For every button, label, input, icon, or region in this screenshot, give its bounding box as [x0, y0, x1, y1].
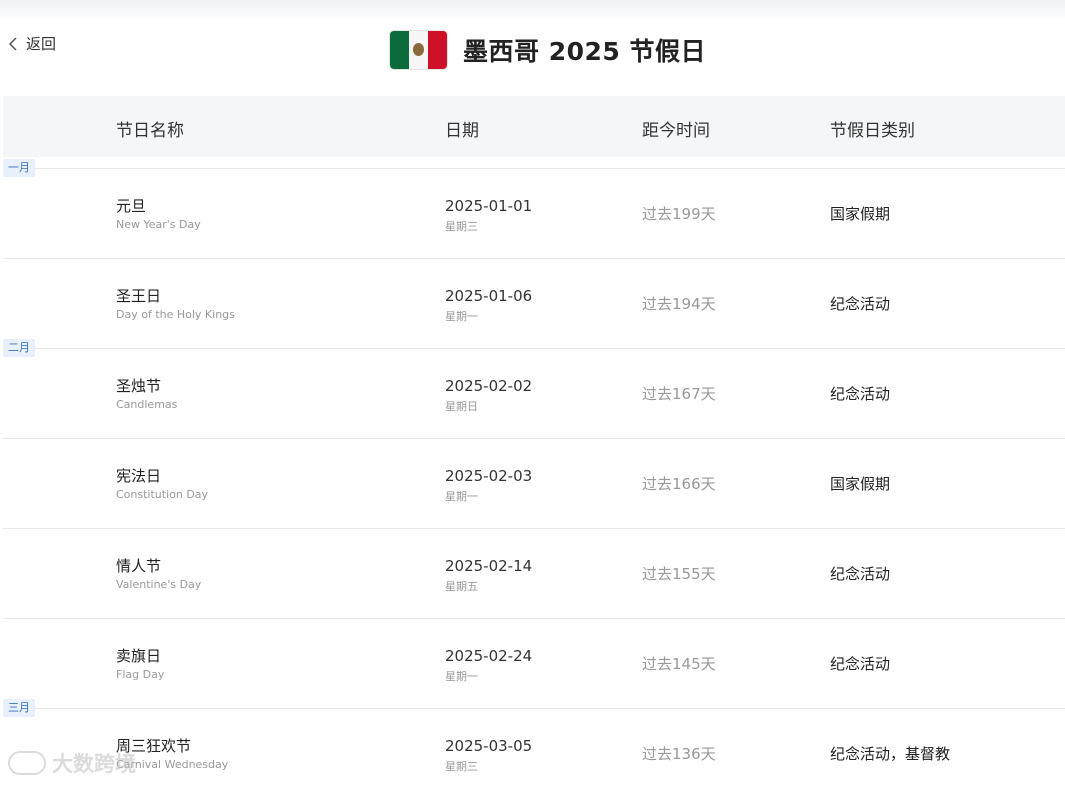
holiday-english-name: Day of the Holy Kings — [116, 308, 235, 321]
holiday-english-name: Valentine's Day — [116, 578, 202, 591]
time-since: 过去199天 — [642, 205, 716, 223]
holiday-english-name: Candlemas — [116, 398, 178, 411]
time-since: 过去166天 — [642, 475, 716, 493]
holiday-weekday: 星期一 — [445, 310, 478, 323]
watermark-text: 大数跨境 — [52, 752, 136, 776]
time-since: 过去145天 — [642, 655, 716, 673]
holiday-date: 2025-02-02 — [445, 377, 533, 395]
table-row[interactable]: 宪法日 Constitution Day 2025-02-03 星期一 过去16… — [3, 438, 1065, 529]
month-label-february: 二月 — [3, 339, 35, 357]
holiday-name: 圣王日 — [116, 287, 162, 305]
holiday-category: 纪念活动 — [830, 295, 891, 313]
table-row[interactable]: 圣烛节 Candlemas 2025-02-02 星期日 过去167天 纪念活动 — [3, 348, 1065, 439]
column-header-category: 节假日类别 — [830, 121, 915, 141]
column-header-date: 日期 — [445, 121, 479, 141]
holiday-category: 纪念活动，基督教 — [830, 745, 951, 763]
column-header-time-since: 距今时间 — [642, 121, 710, 141]
holiday-english-name: New Year's Day — [116, 218, 201, 231]
holiday-category: 纪念活动 — [830, 655, 891, 673]
holiday-name: 卖旗日 — [116, 647, 162, 665]
holiday-category: 纪念活动 — [830, 385, 891, 403]
time-since: 过去194天 — [642, 295, 716, 313]
page-header: 墨西哥 2025 节假日 — [390, 30, 706, 70]
table-row[interactable]: 卖旗日 Flag Day 2025-02-24 星期一 过去145天 纪念活动 — [3, 618, 1065, 709]
holiday-name: 圣烛节 — [116, 377, 162, 395]
holiday-english-name: Constitution Day — [116, 488, 209, 501]
table-row[interactable]: 元旦 New Year's Day 2025-01-01 星期三 过去199天 … — [3, 168, 1065, 259]
holiday-weekday: 星期五 — [445, 580, 478, 593]
holiday-weekday: 星期一 — [445, 490, 478, 503]
holiday-date: 2025-02-03 — [445, 467, 533, 485]
holiday-weekday: 星期日 — [445, 400, 478, 413]
holiday-date: 2025-01-01 — [445, 197, 533, 215]
month-label-january: 一月 — [3, 159, 35, 177]
holiday-date: 2025-01-06 — [445, 287, 533, 305]
holiday-category: 纪念活动 — [830, 565, 891, 583]
holiday-category: 国家假期 — [830, 205, 891, 223]
holiday-weekday: 星期一 — [445, 670, 478, 683]
table-row[interactable]: 周三狂欢节 Carnival Wednesday 2025-03-05 星期三 … — [3, 708, 1065, 799]
time-since: 过去167天 — [642, 385, 716, 403]
holiday-date: 2025-02-24 — [445, 647, 533, 665]
watermark-logo-icon — [8, 751, 46, 775]
table-header: 节日名称 日期 距今时间 节假日类别 — [3, 96, 1065, 157]
holiday-name: 情人节 — [116, 557, 162, 575]
top-shade — [0, 0, 1065, 20]
holiday-date: 2025-03-05 — [445, 737, 533, 755]
time-since: 过去136天 — [642, 745, 716, 763]
table-row[interactable]: 圣王日 Day of the Holy Kings 2025-01-06 星期一… — [3, 258, 1065, 349]
holiday-weekday: 星期三 — [445, 220, 478, 233]
holiday-weekday: 星期三 — [445, 760, 478, 773]
holiday-name: 宪法日 — [116, 467, 162, 485]
chevron-left-icon — [8, 36, 17, 51]
holiday-name: 元旦 — [116, 197, 147, 215]
column-header-name: 节日名称 — [116, 121, 184, 141]
page-title: 墨西哥 2025 节假日 — [463, 37, 706, 66]
table-row[interactable]: 情人节 Valentine's Day 2025-02-14 星期五 过去155… — [3, 528, 1065, 619]
back-label: 返回 — [26, 35, 57, 53]
time-since: 过去155天 — [642, 565, 716, 583]
mexico-flag-icon — [390, 31, 447, 69]
holiday-date: 2025-02-14 — [445, 557, 533, 575]
holiday-english-name: Flag Day — [116, 668, 165, 681]
back-button[interactable]: 返回 — [8, 33, 56, 54]
watermark: 大数跨境 — [8, 748, 136, 778]
holiday-category: 国家假期 — [830, 475, 891, 493]
month-label-march: 三月 — [3, 699, 35, 717]
